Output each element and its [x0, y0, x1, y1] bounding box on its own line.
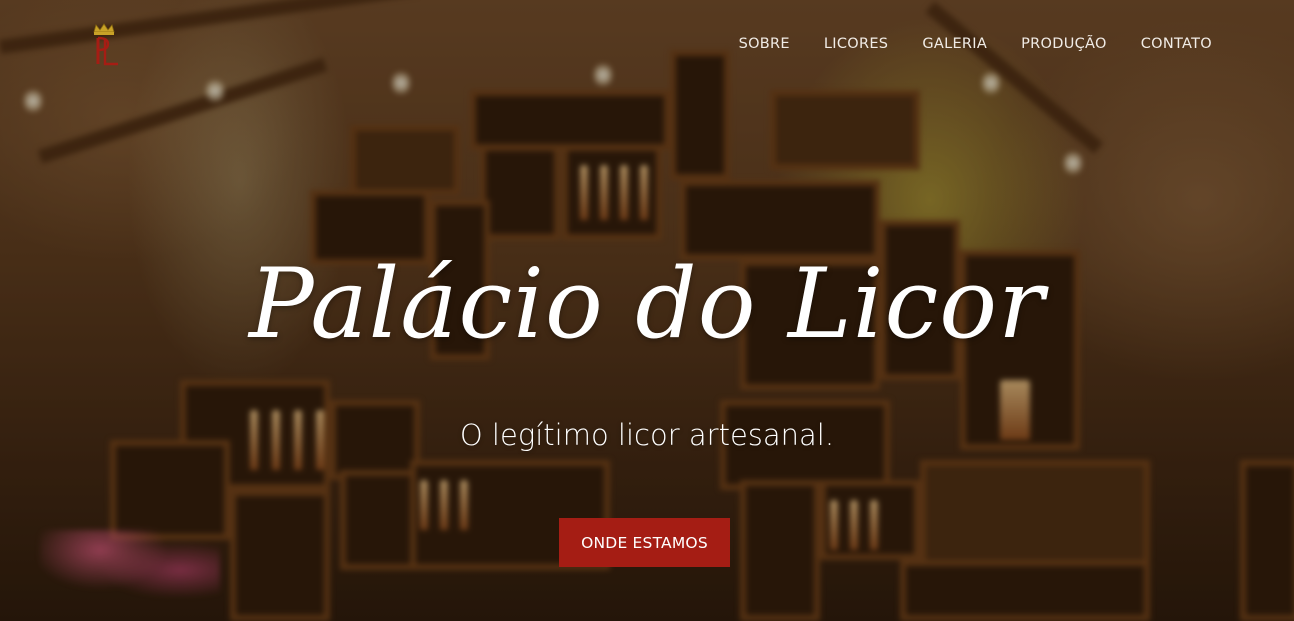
nav-item-galeria[interactable]: GALERIA	[922, 36, 987, 52]
nav-item-producao[interactable]: PRODUÇÃO	[1021, 36, 1107, 52]
main-nav: SOBRE LICORES GALERIA PRODUÇÃO CONTATO	[705, 36, 1212, 52]
hero-title: Palácio do Licor	[249, 248, 1045, 360]
onde-estamos-button[interactable]: ONDE ESTAMOS	[559, 518, 730, 567]
nav-item-contato[interactable]: CONTATO	[1141, 36, 1212, 52]
nav-item-licores[interactable]: LICORES	[824, 36, 888, 52]
brand-logo[interactable]	[86, 22, 126, 68]
hero-subtitle: O legítimo licor artesanal.	[459, 418, 835, 452]
crown-pl-monogram-icon	[93, 23, 118, 66]
nav-item-sobre[interactable]: SOBRE	[739, 36, 790, 52]
